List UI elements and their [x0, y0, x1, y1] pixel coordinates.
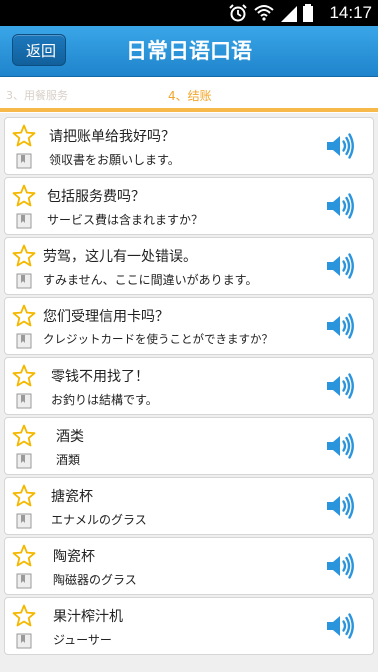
star-icon[interactable]	[12, 544, 36, 568]
list-item[interactable]: 包括服务费吗？ サービス費は含まれますか？	[4, 177, 374, 235]
japanese-text: お釣りは結構です。	[51, 393, 158, 407]
category-tabs: 3、用餐服务 4、结账	[0, 77, 378, 113]
bookmark-icon[interactable]	[16, 453, 32, 469]
chinese-text: 请把账单给我好吗？	[49, 129, 175, 145]
battery-icon	[303, 4, 313, 22]
status-bar: 14:17	[0, 0, 378, 26]
chinese-text: 您们受理信用卡吗？	[43, 309, 169, 325]
speaker-icon[interactable]	[325, 192, 355, 220]
japanese-text: クレジットカードを使うことができますか？	[43, 332, 273, 346]
list-item[interactable]: 您们受理信用卡吗？ クレジットカードを使うことができますか？	[4, 297, 374, 355]
japanese-text: すみません、ここに間違いがあります。	[43, 273, 258, 287]
chinese-text: 陶瓷杯	[53, 549, 95, 565]
list-item[interactable]: 陶瓷杯 陶磁器のグラス	[4, 537, 374, 595]
tab-previous[interactable]: 3、用餐服务	[6, 87, 68, 103]
speaker-icon[interactable]	[325, 132, 355, 160]
tab-current[interactable]: 4、结账	[168, 87, 212, 104]
chinese-text: 搪瓷杯	[51, 489, 93, 505]
star-icon[interactable]	[12, 364, 36, 388]
star-icon[interactable]	[12, 304, 36, 328]
bookmark-icon[interactable]	[16, 153, 32, 169]
star-icon[interactable]	[12, 124, 36, 148]
bookmark-icon[interactable]	[16, 273, 32, 289]
japanese-text: 领収書をお願いします。	[49, 153, 180, 167]
bookmark-icon[interactable]	[16, 513, 32, 529]
list-item[interactable]: 零钱不用找了！ お釣りは結構です。	[4, 357, 374, 415]
bookmark-icon[interactable]	[16, 633, 32, 649]
chinese-text: 包括服务费吗？	[47, 189, 145, 205]
speaker-icon[interactable]	[325, 312, 355, 340]
japanese-text: エナメルのグラス	[51, 513, 147, 527]
chinese-text: 零钱不用找了！	[51, 369, 149, 385]
page-title: 日常日语口语	[126, 39, 252, 63]
japanese-text: 陶磁器のグラス	[53, 573, 137, 587]
chinese-text: 劳驾，这儿有一处错误。	[43, 249, 197, 265]
star-icon[interactable]	[12, 604, 36, 628]
japanese-text: ジューサー	[53, 633, 112, 647]
bookmark-icon[interactable]	[16, 333, 32, 349]
speaker-icon[interactable]	[325, 252, 355, 280]
list-item[interactable]: 搪瓷杯 エナメルのグラス	[4, 477, 374, 535]
list-item[interactable]: 请把账单给我好吗？ 领収書をお願いします。	[4, 117, 374, 175]
tab-indicator	[0, 108, 378, 112]
bookmark-icon[interactable]	[16, 393, 32, 409]
speaker-icon[interactable]	[325, 492, 355, 520]
chinese-text: 酒类	[56, 429, 84, 445]
alarm-icon	[229, 4, 247, 22]
chinese-text: 果汁榨汁机	[53, 609, 123, 625]
star-icon[interactable]	[12, 244, 36, 268]
speaker-icon[interactable]	[325, 372, 355, 400]
japanese-text: 酒類	[56, 453, 81, 467]
phrase-list: 请把账单给我好吗？ 领収書をお願いします。 包括服务费吗？ サービス費は含まれま…	[4, 117, 374, 657]
wifi-icon	[254, 5, 274, 21]
app-header: 返回 日常日语口语	[0, 26, 378, 77]
speaker-icon[interactable]	[325, 552, 355, 580]
star-icon[interactable]	[12, 484, 36, 508]
japanese-text: サービス費は含まれますか？	[47, 213, 204, 227]
list-item[interactable]: 酒类 酒類	[4, 417, 374, 475]
list-item[interactable]: 劳驾，这儿有一处错误。 すみません、ここに間違いがあります。	[4, 237, 374, 295]
star-icon[interactable]	[12, 424, 36, 448]
clock: 14:17	[329, 3, 372, 22]
speaker-icon[interactable]	[325, 432, 355, 460]
signal-icon	[281, 6, 297, 22]
bookmark-icon[interactable]	[16, 573, 32, 589]
list-item[interactable]: 果汁榨汁机 ジューサー	[4, 597, 374, 655]
bookmark-icon[interactable]	[16, 213, 32, 229]
speaker-icon[interactable]	[325, 612, 355, 640]
star-icon[interactable]	[12, 184, 36, 208]
